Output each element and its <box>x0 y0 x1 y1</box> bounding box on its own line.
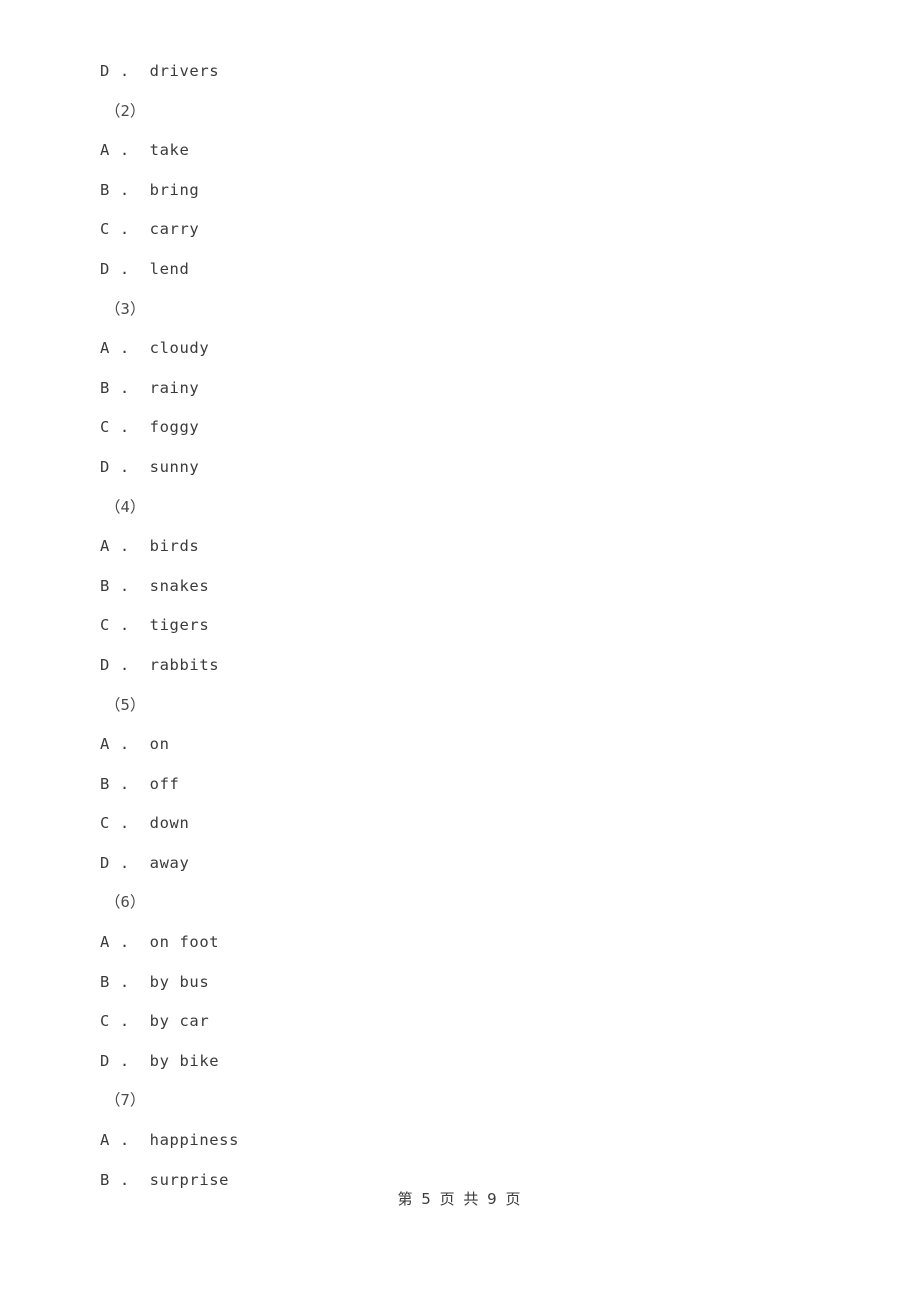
question-options-list: D . drivers （2） A . take B . bring C . carry… <box>100 52 820 1200</box>
answer-option[interactable]: C . foggy <box>100 408 820 448</box>
question-group-number: （6） <box>105 893 146 912</box>
answer-option[interactable]: D . by bike <box>100 1042 820 1082</box>
question-group-number: （5） <box>105 695 146 714</box>
answer-option[interactable]: C . carry <box>100 210 820 250</box>
answer-option[interactable]: A . take <box>100 131 820 171</box>
question-group-number: （4） <box>105 497 146 516</box>
answer-option[interactable]: A . on <box>100 725 820 765</box>
answer-option[interactable]: B . by bus <box>100 963 820 1003</box>
answer-option[interactable]: D . sunny <box>100 448 820 488</box>
answer-option[interactable]: B . snakes <box>100 567 820 607</box>
question-group-number: （2） <box>105 101 146 120</box>
answer-option[interactable]: C . by car <box>100 1002 820 1042</box>
answer-option[interactable]: B . off <box>100 765 820 805</box>
answer-option[interactable]: D . away <box>100 844 820 884</box>
answer-option[interactable]: B . bring <box>100 171 820 211</box>
answer-option[interactable]: D . lend <box>100 250 820 290</box>
answer-option[interactable]: A . on foot <box>100 923 820 963</box>
answer-option[interactable]: A . birds <box>100 527 820 567</box>
page-footer: 第 5 页 共 9 页 <box>397 1190 523 1208</box>
answer-option[interactable]: A . happiness <box>100 1121 820 1161</box>
document-page: D . drivers （2） A . take B . bring C . carry… <box>0 0 920 1302</box>
answer-option[interactable]: D . drivers <box>100 52 820 92</box>
answer-option[interactable]: C . tigers <box>100 606 820 646</box>
answer-option[interactable]: B . rainy <box>100 369 820 409</box>
question-group-number: （3） <box>105 299 146 318</box>
answer-option[interactable]: D . rabbits <box>100 646 820 686</box>
answer-option[interactable]: A . cloudy <box>100 329 820 369</box>
answer-option[interactable]: C . down <box>100 804 820 844</box>
question-group-number: （7） <box>105 1091 146 1110</box>
